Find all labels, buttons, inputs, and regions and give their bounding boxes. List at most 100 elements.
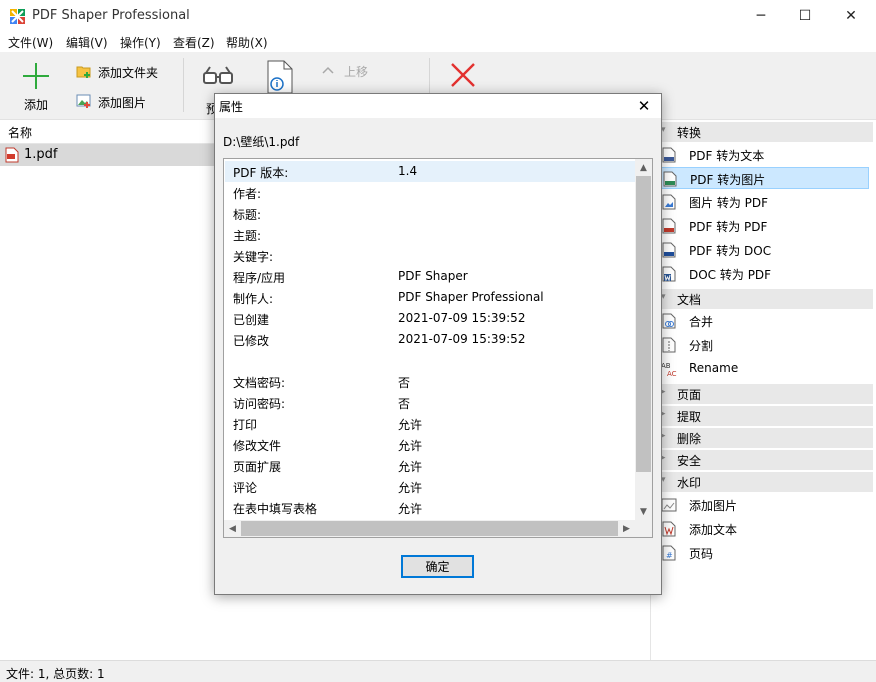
plus-icon	[23, 63, 49, 89]
jpg-icon	[663, 171, 677, 187]
scroll-down-arrow-icon[interactable]: ▼	[635, 503, 652, 520]
section-document[interactable]: ▾ 文档	[655, 289, 873, 309]
property-value: 允许	[398, 502, 423, 516]
move-up-button[interactable]: 上移	[320, 62, 380, 82]
property-row[interactable]: 作者:	[225, 182, 635, 203]
task-label: Rename	[689, 361, 739, 375]
property-value: 否	[398, 397, 411, 411]
task-doc-to-pdf[interactable]: DOC 转为 PDF	[657, 263, 869, 285]
property-row[interactable]: 程序/应用 PDF Shaper	[225, 266, 635, 287]
task-pdf-to-image[interactable]: PDF 转为图片	[657, 167, 869, 189]
property-value: 2021-07-09 15:39:52	[398, 332, 526, 346]
property-row[interactable]: 修改文件 允许	[225, 434, 635, 455]
task-rename[interactable]: AB AC Rename	[657, 358, 869, 380]
task-merge[interactable]: 合并	[657, 310, 869, 332]
scroll-left-arrow-icon[interactable]: ◀	[224, 520, 241, 537]
task-label: PDF 转为 DOC	[689, 244, 772, 258]
column-header-label: 名称	[8, 126, 33, 140]
watermark-text-icon	[662, 521, 676, 537]
menu-edit[interactable]: 编辑(V)	[66, 34, 108, 51]
task-image-to-pdf[interactable]: 图片 转为 PDF	[657, 191, 869, 213]
properties-dialog: 属性 ✕ D:\壁纸\1.pdf PDF 版本: 1.4 作者: 标题: 主题:…	[214, 93, 662, 595]
task-pdf-to-text[interactable]: PDF 转为文本	[657, 144, 869, 166]
task-label: 分割	[689, 339, 714, 353]
ok-button[interactable]: 确定	[401, 555, 474, 578]
property-row[interactable]: PDF 版本: 1.4	[225, 161, 635, 182]
section-label: 删除	[677, 432, 702, 446]
property-value: 允许	[398, 460, 423, 474]
section-extract[interactable]: ▸ 提取	[655, 406, 873, 426]
menu-view[interactable]: 查看(Z)	[173, 34, 215, 51]
app-logo-icon	[10, 9, 25, 24]
add-folder-label: 添加文件夹	[98, 66, 159, 80]
task-label: PDF 转为文本	[689, 149, 765, 163]
vertical-scroll-thumb[interactable]	[636, 176, 651, 472]
properties-button[interactable]	[262, 58, 298, 98]
dialog-title: 属性	[219, 100, 244, 114]
file-path: D:\壁纸\1.pdf	[223, 135, 300, 149]
property-row[interactable]: 标题:	[225, 203, 635, 224]
task-pdf-to-pdf[interactable]: PDF 转为 PDF	[657, 215, 869, 237]
task-label: DOC 转为 PDF	[689, 268, 772, 282]
document-info-icon	[267, 60, 293, 94]
txt-icon	[662, 147, 676, 163]
property-row[interactable]: 主题:	[225, 224, 635, 245]
scroll-up-arrow-icon[interactable]: ▲	[635, 159, 652, 176]
task-watermark-text[interactable]: 添加文本	[657, 518, 869, 540]
property-value: 允许	[398, 418, 423, 432]
property-key: PDF 版本:	[233, 166, 289, 180]
section-pages[interactable]: ▸ 页面	[655, 384, 873, 404]
menu-help[interactable]: 帮助(X)	[226, 34, 268, 51]
add-image-button[interactable]: 添加图片	[74, 92, 174, 112]
property-value: PDF Shaper Professional	[398, 290, 544, 304]
property-key: 制作人:	[233, 292, 274, 306]
property-row[interactable]: 已创建 2021-07-09 15:39:52	[225, 308, 635, 329]
task-label: 图片 转为 PDF	[689, 196, 769, 210]
close-window-button[interactable]: ✕	[828, 0, 874, 32]
remove-button[interactable]	[448, 60, 480, 92]
property-row[interactable]: 制作人: PDF Shaper Professional	[225, 287, 635, 308]
section-watermark[interactable]: ▾ 水印	[655, 472, 873, 492]
minimize-button[interactable]: ─	[738, 0, 784, 32]
task-label: PDF 转为 PDF	[689, 220, 768, 234]
add-folder-button[interactable]: 添加文件夹	[74, 62, 174, 82]
watermark-image-icon	[661, 498, 677, 512]
properties-list: PDF 版本: 1.4 作者: 标题: 主题: 关键字: 程序/应用 PDF S…	[223, 158, 653, 538]
vertical-scrollbar[interactable]: ▲ ▼	[635, 159, 652, 520]
property-value: 否	[398, 376, 411, 390]
maximize-button[interactable]: ☐	[782, 0, 828, 32]
task-label: PDF 转为图片	[690, 173, 766, 187]
property-key: 评论	[233, 481, 258, 495]
property-key: 已修改	[233, 334, 270, 348]
section-security[interactable]: ▸ 安全	[655, 450, 873, 470]
property-row[interactable]: 关键字:	[225, 245, 635, 266]
property-row[interactable]: 页面扩展 允许	[225, 455, 635, 476]
section-delete[interactable]: ▸ 删除	[655, 428, 873, 448]
horizontal-scroll-thumb[interactable]	[241, 521, 618, 536]
section-convert[interactable]: ▾ 转换	[655, 122, 873, 142]
task-pdf-to-doc[interactable]: PDF 转为 DOC	[657, 239, 869, 261]
rename-icon: AB AC	[661, 362, 677, 377]
task-watermark-image[interactable]: 添加图片	[657, 494, 869, 516]
property-row[interactable]: 评论 允许	[225, 476, 635, 497]
menu-action[interactable]: 操作(Y)	[120, 34, 161, 51]
horizontal-scrollbar[interactable]: ◀ ▶	[224, 520, 635, 537]
title-bar: PDF Shaper Professional ─ ☐ ✕	[0, 0, 876, 32]
svg-text:#: #	[666, 551, 673, 560]
property-row[interactable]: 文档密码: 否	[225, 371, 635, 392]
property-row[interactable]: 在表中填写表格 允许	[225, 497, 635, 518]
property-row[interactable]: 打印 允许	[225, 413, 635, 434]
pdf-icon	[662, 218, 676, 234]
dialog-close-button[interactable]: ✕	[633, 95, 655, 117]
property-row[interactable]: 访问密码: 否	[225, 392, 635, 413]
task-page-number[interactable]: # 页码	[657, 542, 869, 564]
menu-bar: 文件(W) 编辑(V) 操作(Y) 查看(Z) 帮助(X)	[0, 32, 876, 52]
image-add-icon	[76, 94, 91, 108]
status-bar: 文件: 1, 总页数: 1	[0, 660, 876, 682]
property-row[interactable]: 已修改 2021-07-09 15:39:52	[225, 329, 635, 350]
add-button[interactable]: 添加	[14, 58, 60, 116]
menu-file[interactable]: 文件(W)	[8, 34, 53, 51]
scroll-right-arrow-icon[interactable]: ▶	[618, 520, 635, 537]
task-split[interactable]: 分割	[657, 334, 869, 356]
toolbar-separator	[183, 58, 184, 112]
